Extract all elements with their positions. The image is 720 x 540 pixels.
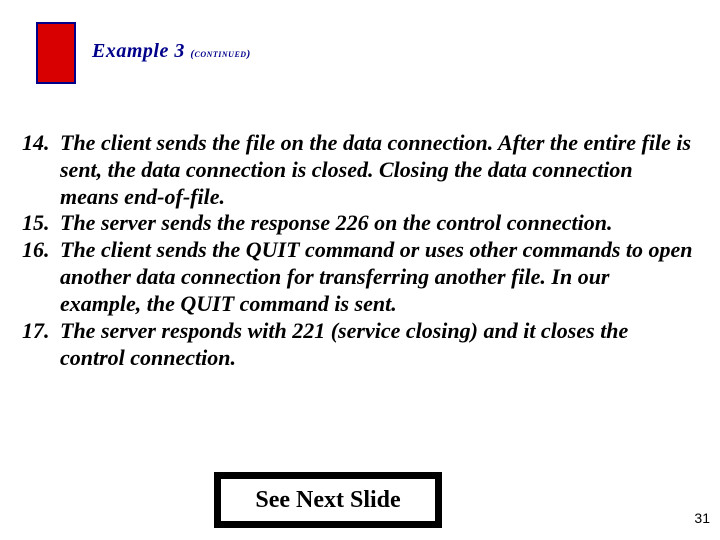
list-item-number: 15. [22,210,60,237]
see-next-slide-box: See Next Slide [214,472,442,528]
page-number: 31 [694,510,710,526]
decorative-red-box [36,22,76,84]
list-item-number: 17. [22,318,60,372]
list-item-number: 16. [22,237,60,317]
list-item: 15. The server sends the response 226 on… [22,210,694,237]
list-item-text: The server sends the response 226 on the… [60,210,694,237]
list-item: 14. The client sends the file on the dat… [22,130,694,210]
list-item-number: 14. [22,130,60,210]
title-sub: (continued) [190,48,250,60]
title-main: Example 3 [92,40,190,62]
see-next-label: See Next Slide [255,487,400,514]
list-item: 17. The server responds with 221 (servic… [22,318,694,372]
list-item-text: The client sends the QUIT command or use… [60,237,694,317]
list-item: 16. The client sends the QUIT command or… [22,237,694,317]
slide-title: Example 3 (continued) [92,40,251,63]
list-item-text: The server responds with 221 (service cl… [60,318,694,372]
numbered-list: 14. The client sends the file on the dat… [22,130,694,371]
list-item-text: The client sends the file on the data co… [60,130,694,210]
